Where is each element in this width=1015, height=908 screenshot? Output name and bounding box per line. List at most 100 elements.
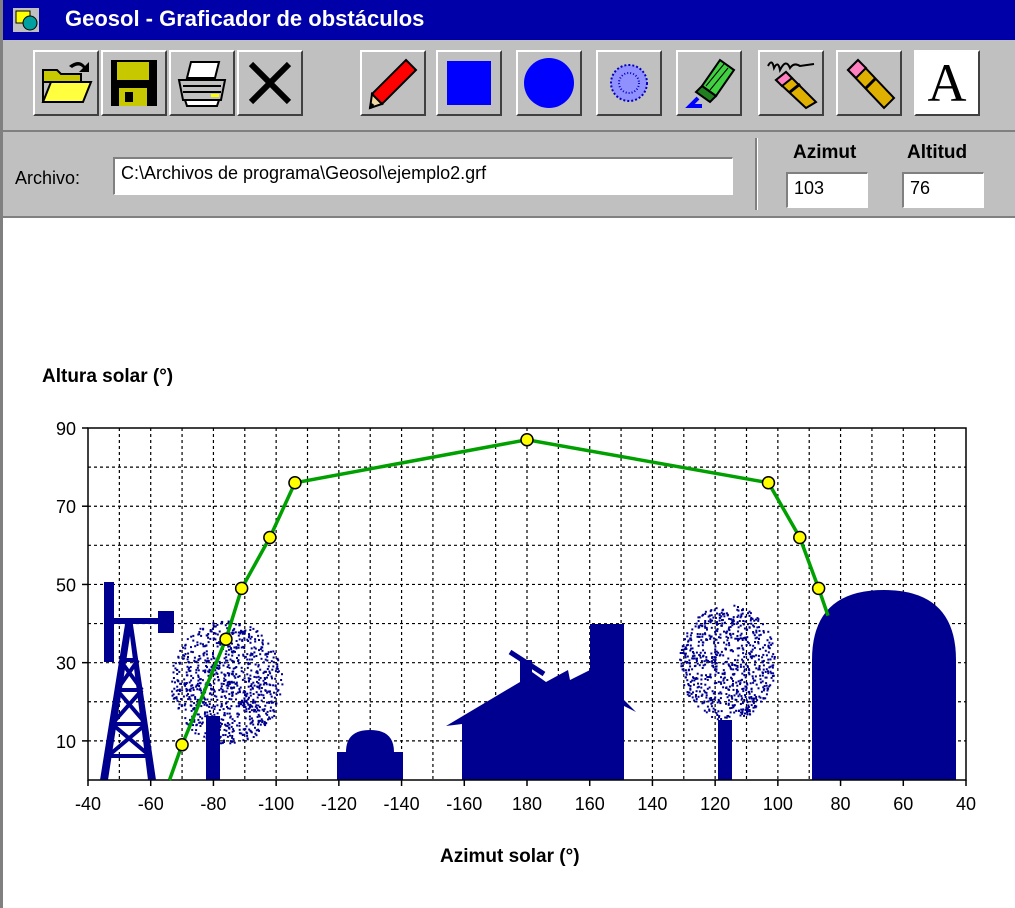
sun-path-point[interactable] [288,476,302,490]
foliage-dot [733,711,736,714]
foliage-dot [237,691,240,694]
foliage-dot [219,643,222,646]
sun-path-point[interactable] [234,581,249,596]
foliage-dot [204,715,207,718]
foliage-dot [695,690,698,693]
foliage-dot [199,682,202,685]
foliage-dot [720,718,723,720]
foliage-dot [695,698,698,700]
foliage-dot [243,637,246,640]
foliage-dot [179,649,182,652]
foliage-dot [272,665,275,668]
foliage-dot [728,617,731,620]
foliage-dot [275,702,278,705]
foliage-dot [751,697,753,700]
foliage-dot [190,709,193,712]
foliage-dot [742,690,745,693]
foliage-dot [726,679,729,681]
foliage-dot [197,732,200,735]
foliage-dot [751,675,754,678]
foliage-dot [712,707,715,710]
foliage-dot [180,682,183,685]
foliage-dot [244,680,247,683]
foliage-dot [266,659,269,662]
foliage-dot [173,687,176,690]
foliage-dot [212,705,215,708]
sun-path-point[interactable] [811,581,826,596]
foliage-dot [260,687,263,689]
foliage-dot [238,623,241,626]
foliage-dot [246,666,249,669]
foliage-dot [709,699,712,702]
sun-path-point[interactable] [520,432,534,447]
x-tick-label: 120 [700,794,730,814]
foliage-dot [760,681,763,684]
foliage-dot [700,639,703,642]
foliage-dot [184,708,187,711]
foliage-dot [225,656,228,659]
foliage-dot [762,697,765,700]
foliage-dot [205,665,208,667]
foliage-dot [766,639,769,642]
foliage-dot [227,674,230,677]
sun-path-point[interactable] [175,738,189,752]
foliage-dot [762,631,765,634]
foliage-dot [204,702,207,704]
sun-path-point[interactable] [263,530,277,545]
foliage-dot [680,665,683,668]
foliage-dot [184,653,187,655]
foliage-dot [742,665,745,668]
foliage-dot [720,710,723,713]
foliage-dot [680,659,683,662]
foliage-dot [229,707,232,710]
foliage-dot [266,668,269,670]
foliage-dot [212,627,214,630]
foliage-dot [739,624,742,627]
foliage-dot [720,676,722,679]
foliage-dot [199,721,202,724]
foliage-dot [195,668,198,671]
foliage-dot [752,681,755,684]
sun-path-point[interactable] [793,530,807,545]
foliage-dot [727,715,730,717]
foliage-dot [256,696,259,699]
foliage-dot [755,705,758,708]
foliage-dot [742,623,745,626]
foliage-dot [714,651,717,654]
foliage-dot [204,711,206,714]
foliage-dot [260,634,263,637]
foliage-dot [178,703,181,706]
foliage-dot [237,660,240,662]
foliage-dot [251,705,254,708]
foliage-dot [688,659,691,662]
foliage-dot [694,625,697,628]
foliage-dot [187,652,190,655]
sun-path-point[interactable] [761,476,776,490]
obstacle-chart[interactable]: -40 -60 -80 -100 -120 -140 -160 180 160 140 120 100… [0,0,1015,908]
foliage-dot [188,689,191,692]
foliage-dot [186,638,189,641]
foliage-dot [249,691,252,694]
foliage-dot [737,710,740,712]
foliage-dot [238,732,241,735]
foliage-dot [235,681,238,684]
foliage-dot [732,616,735,619]
foliage-dot [712,658,715,661]
foliage-dot [739,682,742,685]
foliage-dot [255,704,258,707]
foliage-dot [216,667,219,669]
foliage-dot [755,683,758,686]
foliage-dot [261,643,264,646]
foliage-dot [708,686,711,689]
foliage-dot [689,634,692,637]
foliage-dot [209,630,212,633]
foliage-dot [266,710,269,713]
foliage-dot [223,661,226,664]
sun-path-point[interactable] [219,632,233,646]
foliage-dot [754,637,757,640]
foliage-dot [276,690,279,693]
foliage-dot [692,677,695,679]
foliage-dot [746,713,749,716]
foliage-dot [192,634,195,637]
foliage-dot [266,691,269,694]
